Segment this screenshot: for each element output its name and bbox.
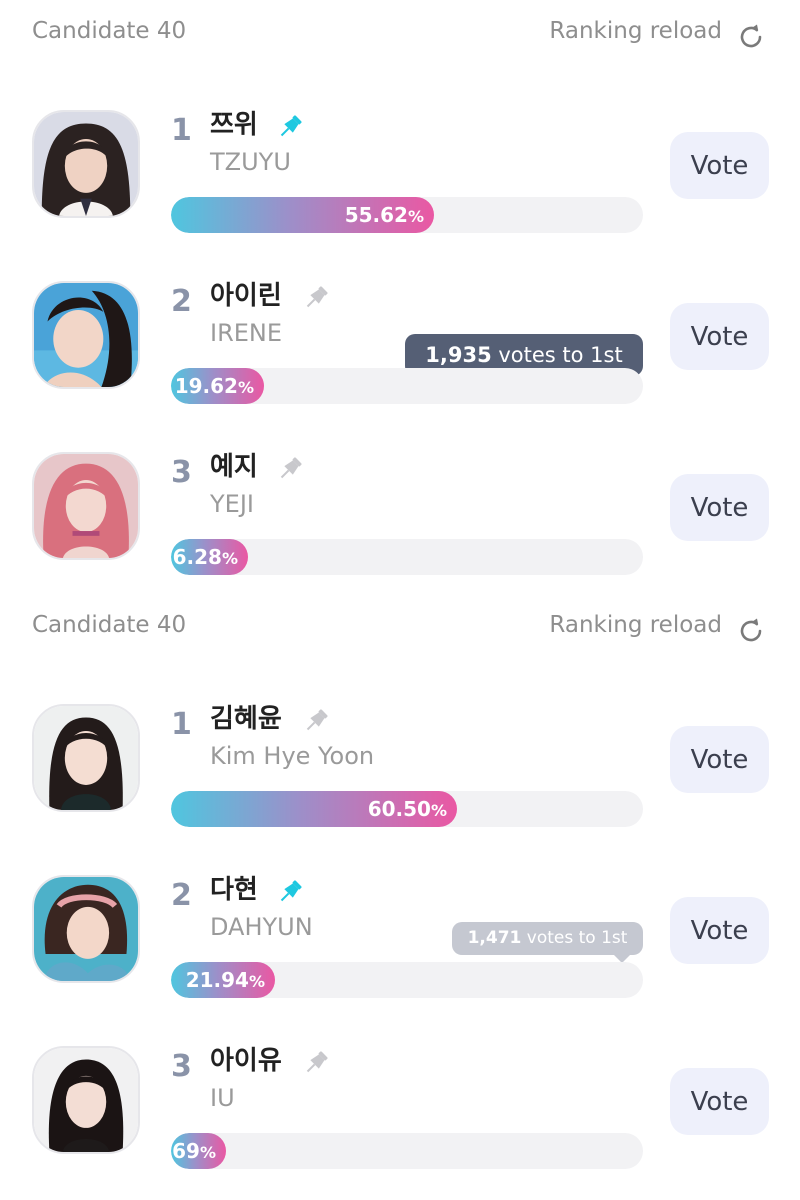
avatar-dahyun — [32, 875, 140, 983]
avatar-kim-hye-yoon — [32, 704, 140, 812]
vote-share-fill: 60.50% — [171, 791, 457, 827]
vote-share-bar: 55.62% — [171, 197, 643, 233]
candidate-name-korean: 예지 — [210, 452, 258, 482]
candidate-row: 2 다현 DAHYUN 1,471 votes to 1st 21.94% Vo… — [0, 875, 800, 1046]
ranking-section-2: Candidate 40 Ranking reload 1 김혜윤 Kim Hy… — [0, 594, 800, 1200]
pin-icon[interactable] — [275, 877, 305, 907]
vote-share-fill: 55.62% — [171, 197, 434, 233]
vote-button[interactable]: Vote — [670, 303, 769, 370]
candidate-count: Candidate 40 — [32, 18, 187, 44]
avatar-photo — [34, 877, 138, 981]
avatar-photo — [34, 454, 138, 558]
candidate-count: Candidate 40 — [32, 612, 187, 638]
vote-share-bar: 16.28% — [171, 539, 643, 575]
avatar-photo — [34, 706, 138, 810]
candidate-name-english: IU — [210, 1084, 235, 1112]
ranking-reload-button[interactable]: Ranking reload — [549, 614, 766, 648]
rank-number: 3 — [171, 1049, 192, 1084]
vote-share-percent: 16.28% — [171, 545, 238, 569]
vote-share-percent: 55.62% — [344, 203, 424, 227]
candidate-name-english: IRENE — [210, 319, 283, 347]
vote-share-bar: 11.69% — [171, 1133, 643, 1169]
rank-number: 2 — [171, 284, 192, 319]
ranking-section-1: Candidate 40 Ranking reload 1 쯔위 TZUYU 5… — [0, 0, 800, 600]
vote-share-percent: 19.62% — [174, 374, 254, 398]
rank-number: 3 — [171, 455, 192, 490]
candidate-row: 2 아이린 IRENE 1,935 votes to 1st 19.62% Vo… — [0, 281, 800, 452]
candidate-name-korean: 아이린 — [210, 281, 282, 311]
candidate-name-english: TZUYU — [210, 148, 291, 176]
candidate-name-english: DAHYUN — [210, 913, 313, 941]
refresh-icon — [740, 24, 762, 48]
avatar-photo — [34, 112, 138, 216]
candidate-name-english: YEJI — [210, 490, 254, 518]
section-header: Candidate 40 Ranking reload — [0, 594, 800, 642]
avatar-photo — [34, 283, 138, 387]
avatar-iu — [32, 1046, 140, 1154]
avatar-photo — [34, 1048, 138, 1152]
vote-share-percent: 11.69% — [171, 1139, 216, 1163]
vote-share-percent: 60.50% — [367, 797, 447, 821]
pin-icon[interactable] — [301, 283, 331, 313]
ranking-reload-label: Ranking reload — [549, 18, 722, 44]
vote-button[interactable]: Vote — [670, 726, 769, 793]
ranking-reload-label: Ranking reload — [549, 612, 722, 638]
avatar-irene — [32, 281, 140, 389]
vote-share-bar: 21.94% — [171, 962, 643, 998]
vote-share-percent: 21.94% — [185, 968, 265, 992]
candidate-name-korean: 아이유 — [210, 1046, 282, 1076]
rank-number: 1 — [171, 113, 192, 148]
pin-icon[interactable] — [275, 112, 305, 142]
candidate-name-korean: 김혜윤 — [210, 704, 282, 734]
pin-icon[interactable] — [275, 454, 305, 484]
refresh-icon — [740, 618, 762, 642]
avatar-tzuyu — [32, 110, 140, 218]
rank-number: 2 — [171, 878, 192, 913]
vote-share-fill: 11.69% — [171, 1133, 226, 1169]
ranking-reload-button[interactable]: Ranking reload — [549, 20, 766, 54]
vote-button[interactable]: Vote — [670, 474, 769, 541]
avatar-yeji — [32, 452, 140, 560]
pin-icon[interactable] — [301, 706, 331, 736]
candidate-row: 1 쯔위 TZUYU 55.62% Vote — [0, 110, 800, 281]
section-header: Candidate 40 Ranking reload — [0, 0, 800, 48]
pin-icon[interactable] — [301, 1048, 331, 1078]
vote-share-fill: 21.94% — [171, 962, 275, 998]
candidate-name-english: Kim Hye Yoon — [210, 742, 375, 770]
candidate-row: 3 아이유 IU 11.69% Vote — [0, 1046, 800, 1200]
votes-to-first-tooltip: 1,471 votes to 1st — [452, 922, 643, 963]
rank-number: 1 — [171, 707, 192, 742]
vote-button[interactable]: Vote — [670, 897, 769, 964]
vote-share-bar: 19.62% — [171, 368, 643, 404]
candidate-name-korean: 쯔위 — [210, 110, 258, 140]
candidate-name-korean: 다현 — [210, 875, 258, 905]
candidate-row: 1 김혜윤 Kim Hye Yoon 60.50% Vote — [0, 704, 800, 875]
vote-share-bar: 60.50% — [171, 791, 643, 827]
vote-button[interactable]: Vote — [670, 1068, 769, 1135]
vote-share-fill: 19.62% — [171, 368, 264, 404]
vote-button[interactable]: Vote — [670, 132, 769, 199]
vote-share-fill: 16.28% — [171, 539, 248, 575]
